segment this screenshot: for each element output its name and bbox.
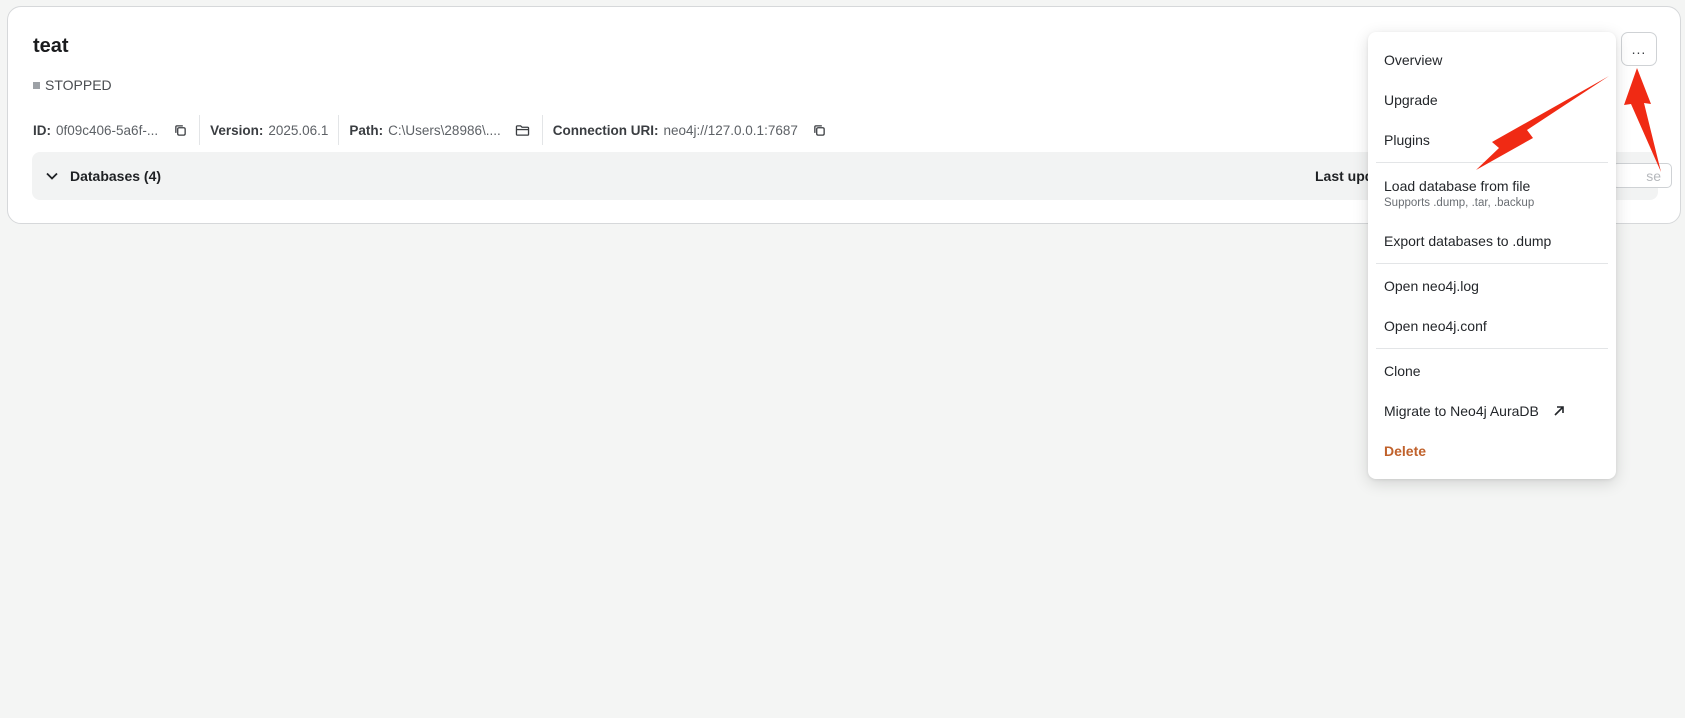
menu-divider (1376, 162, 1608, 163)
load-database-subtext: Supports .dump, .tar, .backup (1384, 196, 1535, 209)
meta-path-value: C:\Users\28986\.... (388, 122, 501, 138)
menu-item-upgrade[interactable]: Upgrade (1368, 80, 1616, 120)
partial-hidden-button[interactable]: se (1612, 163, 1672, 188)
last-updated-label: Last upd (1315, 168, 1374, 184)
migrate-label: Migrate to Neo4j AuraDB (1384, 403, 1539, 419)
menu-item-open-log[interactable]: Open neo4j.log (1368, 266, 1616, 306)
menu-item-migrate[interactable]: Migrate to Neo4j AuraDB (1368, 391, 1616, 431)
meta-connection-uri: Connection URI: neo4j://127.0.0.1:7687 (543, 115, 839, 145)
meta-id: ID: 0f09c406-5a6f-... (33, 115, 201, 145)
meta-version-value: 2025.06.1 (268, 122, 329, 138)
status-text: STOPPED (45, 77, 112, 93)
copy-id-icon[interactable] (171, 121, 189, 139)
copy-uri-icon[interactable] (811, 121, 829, 139)
menu-item-delete[interactable]: Delete (1368, 431, 1616, 471)
open-folder-icon[interactable] (514, 121, 532, 139)
chevron-down-icon (46, 172, 58, 180)
menu-divider (1376, 348, 1608, 349)
databases-label: Databases (4) (70, 168, 162, 184)
instance-meta-row: ID: 0f09c406-5a6f-... Version: 2025.06.1… (33, 115, 839, 145)
meta-version-label: Version: (210, 122, 264, 138)
meta-id-label: ID: (33, 122, 51, 138)
external-link-arrow-icon (1553, 405, 1565, 417)
menu-item-load-database[interactable]: Load database from file Supports .dump, … (1368, 165, 1616, 221)
meta-uri-label: Connection URI: (552, 122, 659, 138)
more-options-button[interactable]: ... (1621, 32, 1657, 66)
load-database-label: Load database from file (1384, 177, 1531, 194)
meta-uri-value: neo4j://127.0.0.1:7687 (663, 122, 798, 138)
menu-item-export-databases[interactable]: Export databases to .dump (1368, 221, 1616, 261)
meta-id-value: 0f09c406-5a6f-... (56, 122, 159, 138)
status-badge: STOPPED (33, 77, 112, 93)
stopped-square-icon (33, 81, 40, 89)
menu-item-open-conf[interactable]: Open neo4j.conf (1368, 306, 1616, 346)
menu-item-overview[interactable]: Overview (1368, 40, 1616, 80)
instance-name: teat (33, 35, 69, 57)
meta-version: Version: 2025.06.1 (200, 115, 340, 145)
meta-path: Path: C:\Users\28986\.... (339, 115, 543, 145)
meta-path-label: Path: (349, 122, 384, 138)
menu-item-clone[interactable]: Clone (1368, 351, 1616, 391)
menu-item-plugins[interactable]: Plugins (1368, 120, 1616, 160)
instance-actions-menu: Overview Upgrade Plugins Load database f… (1368, 32, 1616, 479)
menu-divider (1376, 263, 1608, 264)
